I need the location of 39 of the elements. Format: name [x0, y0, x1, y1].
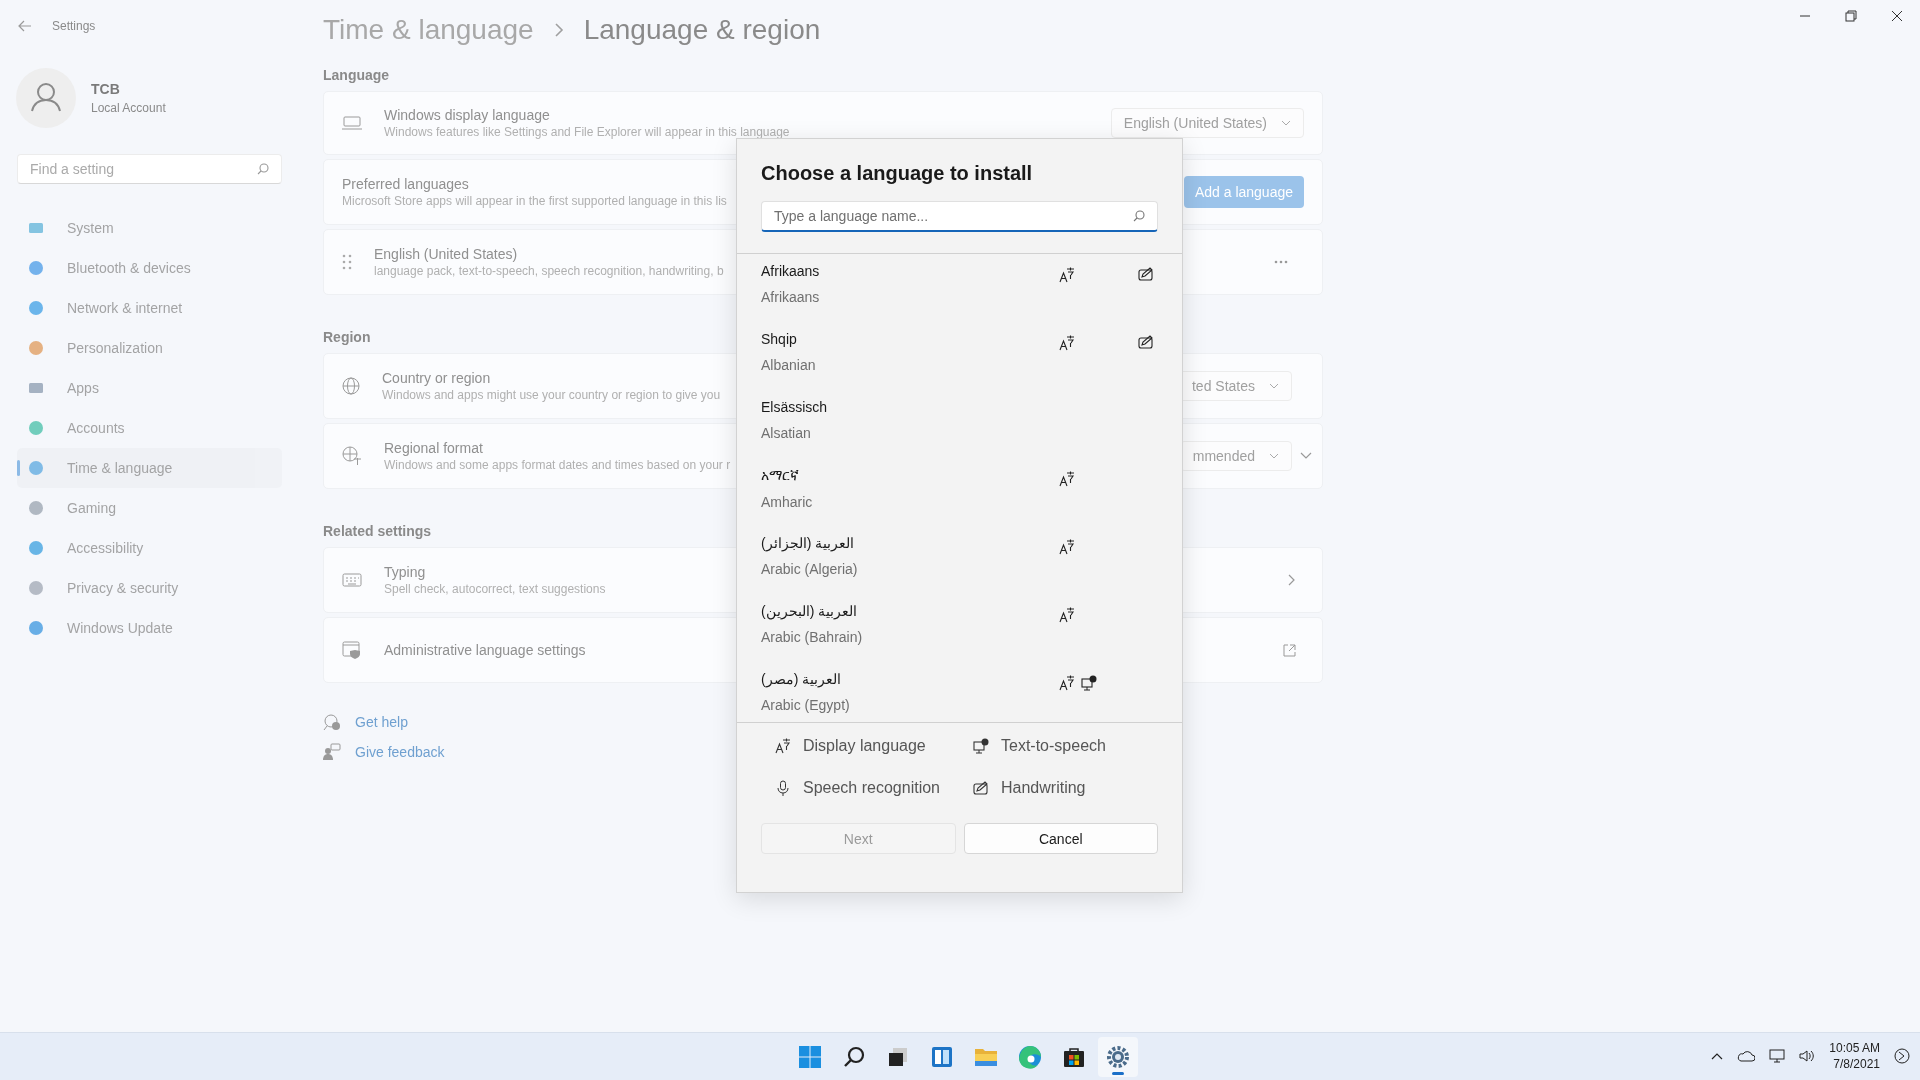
section-heading: Related settings — [323, 523, 432, 539]
native-name: Shqip — [761, 331, 798, 347]
section-heading: Language — [323, 67, 390, 83]
section-heading: Region — [323, 329, 371, 345]
english-name: Alsatian — [761, 425, 812, 441]
setting-title: Typing — [384, 564, 426, 580]
legend-label: Display language — [803, 737, 926, 755]
english-name: Albanian — [761, 357, 817, 373]
account-type: Local Account — [91, 101, 166, 115]
setting-description: Windows features like Settings and File Explorer will appear in this language — [384, 125, 790, 139]
setting-description: Windows and some apps format dates and times based on your r — [384, 458, 731, 472]
english-name: Arabic (Egypt) — [761, 697, 851, 713]
native-name: Elsässisch — [761, 399, 829, 415]
setting-description: Windows and apps might use your country or region to give you — [382, 388, 721, 402]
account-name: TCB — [91, 81, 121, 97]
setting-title: Windows display language — [384, 107, 550, 123]
legend-label: Handwriting — [1001, 779, 1086, 797]
native-name: العربية (الجزائر) — [761, 535, 856, 551]
english-name: Amharic — [761, 494, 814, 510]
english-name: Afrikaans — [761, 289, 821, 305]
legend-label: Speech recognition — [803, 779, 940, 797]
english-name: Arabic (Bahrain) — [761, 629, 864, 645]
page-title: Language & region — [583, 14, 821, 46]
language-description: language pack, text-to-speech, speech recognition, handwriting, b — [374, 264, 724, 278]
native-name: العربية (مصر) — [761, 671, 843, 687]
native-name: አማርኛ — [761, 467, 800, 484]
setting-title: Preferred languages — [342, 176, 469, 192]
legend-label: Text-to-speech — [1001, 737, 1106, 755]
setting-title: Administrative language settings — [384, 642, 586, 658]
native-name: العربية (البحرين) — [761, 603, 859, 619]
app-title: Settings — [52, 19, 96, 33]
english-name: Arabic (Algeria) — [761, 561, 859, 577]
dialog-title: Choose a language to install — [761, 162, 1034, 185]
setting-title: Regional format — [384, 440, 483, 456]
native-name: Afrikaans — [761, 263, 821, 279]
setting-description: Microsoft Store apps will appear in the first supported language in this lis — [342, 194, 727, 208]
setting-title: Country or region — [382, 370, 491, 386]
language-title: English (United States) — [374, 246, 518, 262]
setting-description: Spell check, autocorrect, text suggestions — [384, 582, 606, 596]
